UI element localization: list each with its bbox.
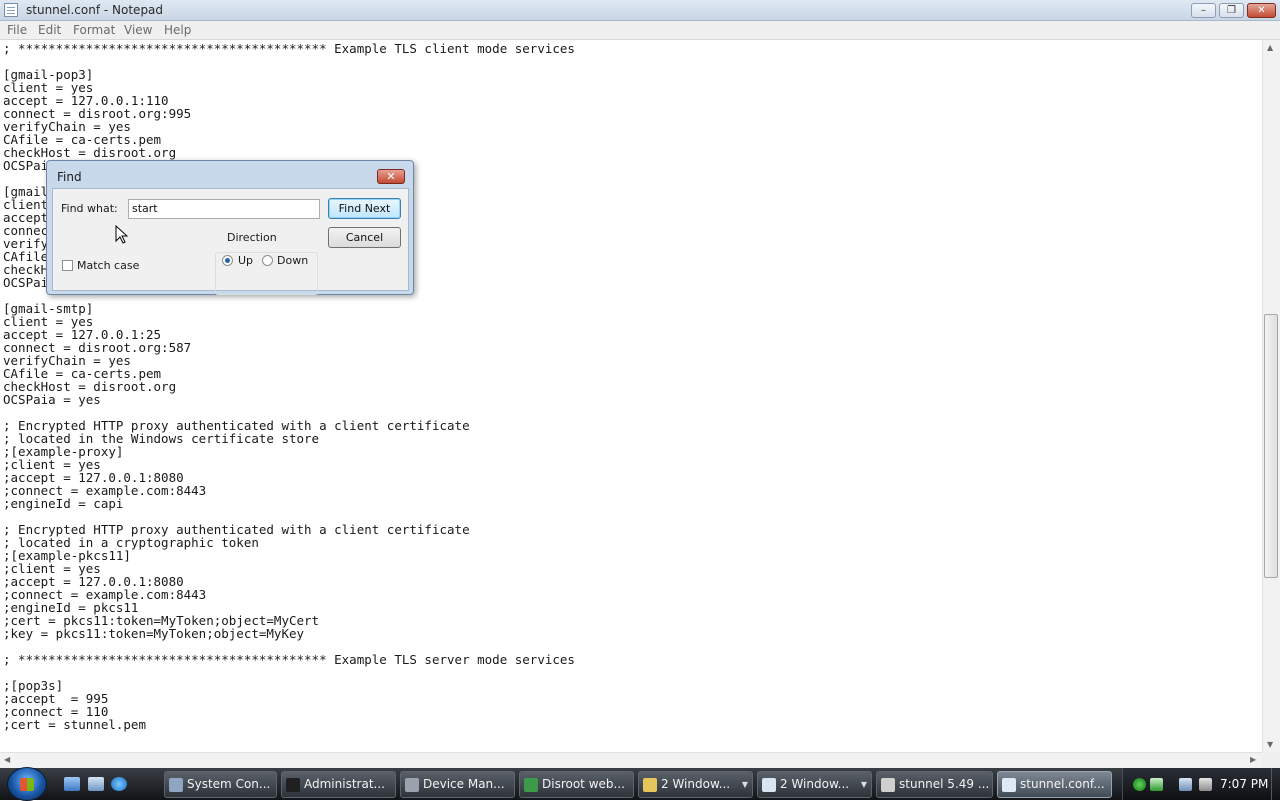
stunnel-icon bbox=[881, 778, 895, 792]
editor-line: ; **************************************… bbox=[3, 652, 575, 667]
browser-icon bbox=[524, 778, 538, 792]
scroll-right-arrow-icon[interactable]: ▶ bbox=[1250, 755, 1256, 764]
close-button[interactable]: ✕ bbox=[1247, 3, 1276, 18]
direction-up-radio[interactable] bbox=[222, 255, 233, 266]
minimize-button[interactable]: – bbox=[1191, 3, 1216, 18]
menu-help[interactable]: Help bbox=[164, 23, 191, 37]
editor-line: ;engineId = capi bbox=[3, 496, 124, 511]
folder-icon bbox=[643, 778, 657, 792]
device-manager-icon bbox=[405, 778, 419, 792]
taskbar-button[interactable]: stunnel.conf... bbox=[997, 771, 1112, 798]
menu-edit[interactable]: Edit bbox=[38, 23, 61, 37]
taskbar-button[interactable]: Administrat... bbox=[281, 771, 396, 798]
notepad-icon bbox=[1002, 778, 1016, 792]
direction-up-label: Up bbox=[238, 254, 254, 267]
direction-down-label: Down bbox=[277, 254, 309, 267]
editor-line: ;cert = stunnel.pem bbox=[3, 717, 146, 732]
network-connection-icon[interactable] bbox=[1179, 778, 1192, 791]
start-button[interactable] bbox=[7, 767, 47, 801]
network-status-icon[interactable] bbox=[1133, 778, 1146, 791]
taskbar-button-label: Device Man... bbox=[423, 777, 505, 791]
editor-line: OCSPaia = yes bbox=[3, 392, 101, 407]
group-dropdown-arrow-icon: ▼ bbox=[741, 780, 748, 789]
scroll-left-arrow-icon[interactable]: ◀ bbox=[4, 755, 10, 764]
security-check-icon[interactable] bbox=[1150, 778, 1163, 791]
find-dialog: Find ✕ Find what: start Find Next Cancel… bbox=[46, 160, 414, 295]
cancel-button[interactable]: Cancel bbox=[328, 227, 401, 248]
system-config-icon bbox=[169, 778, 183, 792]
taskbar-button[interactable]: stunnel 5.49 ... bbox=[876, 771, 993, 798]
volume-muted-icon[interactable] bbox=[1199, 778, 1212, 791]
size-grip[interactable] bbox=[1262, 752, 1280, 768]
taskbar-button-label: Administrat... bbox=[304, 777, 385, 791]
find-what-input[interactable]: start bbox=[128, 199, 320, 219]
show-desktop-strip[interactable] bbox=[1271, 768, 1280, 800]
clock[interactable]: 7:07 PM bbox=[1220, 777, 1268, 791]
taskbar-button-label: 2 Window... bbox=[661, 777, 731, 791]
match-case-label: Match case bbox=[77, 259, 140, 272]
show-desktop-icon[interactable] bbox=[64, 777, 80, 791]
find-next-button[interactable]: Find Next bbox=[328, 198, 401, 219]
find-dialog-body: Find what: start Find Next Cancel Direct… bbox=[52, 188, 409, 295]
menu-bar: File Edit Format View Help bbox=[0, 21, 1280, 40]
menu-view[interactable]: View bbox=[124, 23, 152, 37]
text-editor[interactable]: ; **************************************… bbox=[0, 40, 1262, 752]
direction-label: Direction bbox=[225, 231, 279, 244]
internet-explorer-icon[interactable] bbox=[111, 777, 127, 791]
find-what-label: Find what: bbox=[61, 202, 118, 215]
taskbar-button[interactable]: Disroot web... bbox=[519, 771, 634, 798]
mouse-cursor-icon bbox=[115, 225, 129, 244]
find-dialog-title: Find bbox=[57, 170, 82, 184]
taskbar-button[interactable]: 2 Window... ▼ bbox=[757, 771, 872, 798]
window-title: stunnel.conf - Notepad bbox=[26, 3, 164, 17]
match-case-checkbox[interactable] bbox=[62, 260, 73, 271]
direction-down-radio[interactable] bbox=[262, 255, 273, 266]
scroll-up-arrow-icon[interactable]: ▲ bbox=[1267, 43, 1273, 52]
title-bar: stunnel.conf - Notepad – ❐ ✕ bbox=[0, 0, 1280, 21]
editor-line: ; **************************************… bbox=[3, 41, 575, 56]
taskbar-button[interactable]: System Con... bbox=[164, 771, 277, 798]
taskbar-button[interactable]: 2 Window... ▼ bbox=[638, 771, 753, 798]
taskbar-button-label: System Con... bbox=[187, 777, 271, 791]
taskbar-button-label: stunnel.conf... bbox=[1020, 777, 1105, 791]
group-dropdown-arrow-icon: ▼ bbox=[860, 780, 867, 789]
taskbar: System Con... Administrat... Device Man...… bbox=[0, 767, 1280, 801]
menu-format[interactable]: Format bbox=[73, 23, 115, 37]
taskbar-button-label: stunnel 5.49 ... bbox=[899, 777, 990, 791]
switch-windows-icon[interactable] bbox=[88, 777, 104, 791]
taskbar-button[interactable]: Device Man... bbox=[400, 771, 515, 798]
notepad-icon bbox=[4, 3, 18, 17]
cmd-icon bbox=[286, 778, 300, 792]
taskbar-button-label: Disroot web... bbox=[542, 777, 625, 791]
explorer-icon bbox=[762, 778, 776, 792]
horizontal-scrollbar[interactable] bbox=[0, 752, 1262, 768]
find-dialog-close-button[interactable]: ✕ bbox=[377, 169, 405, 184]
menu-file[interactable]: File bbox=[7, 23, 27, 37]
scroll-down-arrow-icon[interactable]: ▼ bbox=[1267, 740, 1273, 749]
taskbar-button-label: 2 Window... bbox=[780, 777, 850, 791]
restore-button[interactable]: ❐ bbox=[1219, 3, 1244, 18]
editor-line: ;key = pkcs11:token=MyToken;object=MyKey bbox=[3, 626, 305, 641]
vertical-scroll-thumb[interactable] bbox=[1264, 314, 1278, 578]
